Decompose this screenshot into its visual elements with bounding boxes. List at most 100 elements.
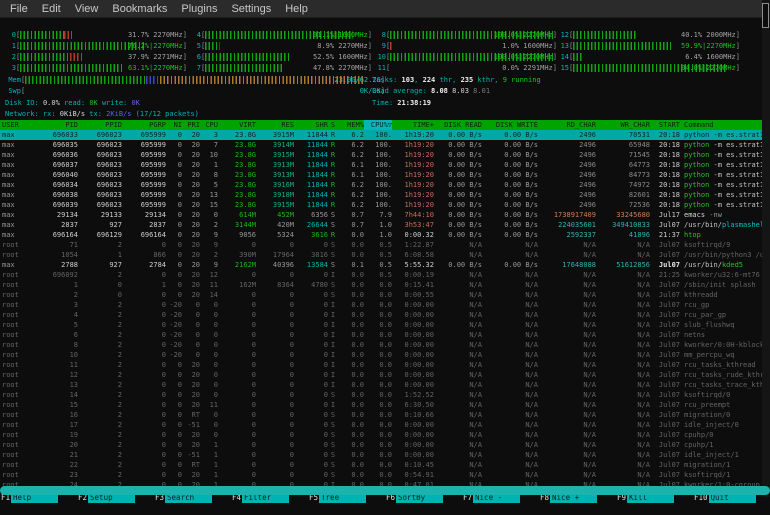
process-row[interactable]: root14200200000S0.00.01:52.52N/AN/AN/AN/…: [0, 390, 770, 400]
process-row[interactable]: max696035696023695999020723.8G3914M11844…: [0, 140, 770, 150]
process-row[interactable]: root16200RT0000S0.00.00:10.66N/AN/AN/AN/…: [0, 410, 770, 420]
cell: 11844: [294, 200, 328, 210]
menu-item-plugins[interactable]: Plugins: [174, 3, 224, 15]
process-row[interactable]: max696034696023695999020523.8G3916M11844…: [0, 180, 770, 190]
cell: N/A: [482, 250, 538, 260]
disk-io-line-part: write:: [98, 99, 132, 107]
column-header-res[interactable]: RES: [256, 120, 294, 130]
process-row[interactable]: max6961646961296961640209905653243616R0.…: [0, 230, 770, 240]
process-row[interactable]: max2837927283702023144M420M26644S0.71.03…: [0, 220, 770, 230]
meter-segment-g: [205, 42, 219, 50]
column-header-disk-write[interactable]: DISK WRITE: [482, 120, 538, 130]
cell: 3h53:47: [392, 220, 434, 230]
column-header-ppid[interactable]: PPID: [78, 120, 122, 130]
process-row[interactable]: root12200200000I0.00.00:00.00N/AN/AN/AN/…: [0, 370, 770, 380]
menu-item-bookmarks[interactable]: Bookmarks: [105, 3, 174, 15]
cell: 100.: [364, 130, 392, 140]
column-header-s[interactable]: S: [328, 120, 338, 130]
cell: 0: [256, 420, 294, 430]
column-header-start[interactable]: START: [650, 120, 680, 130]
process-row[interactable]: root13200200000I0.00.00:00.00N/AN/AN/AN/…: [0, 380, 770, 390]
menu-item-edit[interactable]: Edit: [35, 3, 68, 15]
cell: 0.0: [364, 310, 392, 320]
cell: 20: [182, 250, 200, 260]
column-header-rd-char[interactable]: RD_CHAR: [538, 120, 596, 130]
cell: N/A: [538, 290, 596, 300]
column-header-mem-[interactable]: MEM%: [338, 120, 364, 130]
cell: I: [328, 350, 338, 360]
process-row[interactable]: root17200-510000S0.00.00:00.00N/AN/AN/AN…: [0, 420, 770, 430]
command-cell: /usr/bin/plasmashell: [680, 220, 770, 230]
cell: 0: [122, 460, 166, 470]
command-cell: python -m es.strat1 B: [680, 200, 770, 210]
cell: 5324: [256, 230, 294, 240]
process-row[interactable]: root152002011000I0.00.06:30.50N/AN/AN/AN…: [0, 400, 770, 410]
process-row[interactable]: root6960922002012000I0.00.50:00.19N/AN/A…: [0, 270, 770, 280]
process-row[interactable]: root21200-511000S0.00.00:00.00N/AN/AN/AN…: [0, 450, 770, 460]
cell: 20: [182, 260, 200, 270]
cell: N/A: [434, 420, 482, 430]
cell: 0: [166, 360, 182, 370]
column-header-pgrp[interactable]: PGRP: [122, 120, 166, 130]
cell: N/A: [538, 240, 596, 250]
menu-item-settings[interactable]: Settings: [224, 3, 278, 15]
cell: 5:55.32: [392, 260, 434, 270]
process-row[interactable]: max2913429133291340200614M452M6356S0.77.…: [0, 210, 770, 220]
process-row[interactable]: max2788927278402092162M4039613584S0.10.5…: [0, 260, 770, 270]
process-row[interactable]: root11200200000I0.00.00:00.00N/AN/AN/AN/…: [0, 360, 770, 370]
process-row[interactable]: root620-2000000I0.00.00:00.00N/AN/AN/AN/…: [0, 330, 770, 340]
menu-item-view[interactable]: View: [68, 3, 106, 15]
process-row[interactable]: root520-2000000I0.00.00:00.00N/AN/AN/AN/…: [0, 320, 770, 330]
process-row[interactable]: root420-2000000I0.00.00:00.00N/AN/AN/AN/…: [0, 310, 770, 320]
column-header-user[interactable]: USER: [2, 120, 36, 130]
process-row[interactable]: root20002014000S0.00.00:00.55N/AN/AN/AN/…: [0, 290, 770, 300]
process-row[interactable]: root20200201000S0.00.00:00.00N/AN/AN/AN/…: [0, 440, 770, 450]
column-header-command[interactable]: Command: [680, 120, 770, 130]
column-header-cpu-[interactable]: CPU%▽: [364, 120, 392, 130]
menu-item-help[interactable]: Help: [278, 3, 315, 15]
process-row-selected[interactable]: max696033696023695999020323.8G3915M11844…: [0, 130, 770, 140]
command-cell: migration/0: [680, 410, 770, 420]
column-header-wr-char[interactable]: WR_CHAR: [596, 120, 650, 130]
column-header-ni[interactable]: NI: [166, 120, 182, 130]
process-row[interactable]: root71200209000S0.00.51:22.87N/AN/AN/AN/…: [0, 240, 770, 250]
cell: Jul07: [650, 360, 680, 370]
process-row[interactable]: max696040696023695999020823.8G3913M11844…: [0, 170, 770, 180]
column-header-cpu[interactable]: CPU: [200, 120, 218, 130]
process-row[interactable]: root1020-2000000I0.00.00:00.00N/AN/AN/AN…: [0, 350, 770, 360]
process-row[interactable]: root10102011162M83644780S0.00.00:15.41N/…: [0, 280, 770, 290]
menu-item-file[interactable]: File: [3, 3, 35, 15]
cell: 0: [200, 330, 218, 340]
cell: 20: [36, 440, 78, 450]
process-row[interactable]: max6960366960236959990201023.8G3915M1184…: [0, 150, 770, 160]
cell: 696092: [36, 270, 78, 280]
meter-value: 59.9%|2270MHz: [681, 41, 736, 51]
cpu-meter-9: 9[1.0% 1600MHz]: [375, 41, 557, 51]
command-post: netns: [684, 331, 705, 339]
cell: Jul07: [650, 380, 680, 390]
process-row[interactable]: root23200201000S0.00.00:54.91N/AN/AN/AN/…: [0, 470, 770, 480]
process-row[interactable]: root105418660202390M179643816S0.00.56:08…: [0, 250, 770, 260]
scrollbar-track[interactable]: [762, 0, 770, 497]
cell: S: [328, 470, 338, 480]
cell: 0: [218, 360, 256, 370]
process-row[interactable]: root19200200000S0.00.00:00.00N/AN/AN/AN/…: [0, 430, 770, 440]
column-header-time-[interactable]: TIME+: [392, 120, 434, 130]
column-header-disk-read[interactable]: DISK READ: [434, 120, 482, 130]
process-row[interactable]: root820-2000000I0.00.00:00.00N/AN/AN/AN/…: [0, 340, 770, 350]
column-header-shr[interactable]: SHR: [294, 120, 328, 130]
cell: 1h19:20: [392, 170, 434, 180]
cell: 0: [182, 320, 200, 330]
process-row[interactable]: max6960396960236959990201523.8G3915M1184…: [0, 200, 770, 210]
scrollbar-thumb[interactable]: [762, 3, 769, 28]
cell: 20: [182, 150, 200, 160]
column-header-pri[interactable]: PRI: [182, 120, 200, 130]
process-row[interactable]: root320-2000000I0.00.00:00.00N/AN/AN/AN/…: [0, 300, 770, 310]
column-header-virt[interactable]: VIRT: [218, 120, 256, 130]
process-row[interactable]: max6960386960236959990201323.8G3918M1184…: [0, 190, 770, 200]
cell: 2: [78, 380, 122, 390]
meter-bar: 100.0%|2270MHz: [390, 30, 553, 40]
process-row[interactable]: root22200RT1000S0.00.00:10.45N/AN/AN/AN/…: [0, 460, 770, 470]
column-header-pid[interactable]: PID: [36, 120, 78, 130]
process-row[interactable]: max696037696023695999020123.8G3913M11844…: [0, 160, 770, 170]
